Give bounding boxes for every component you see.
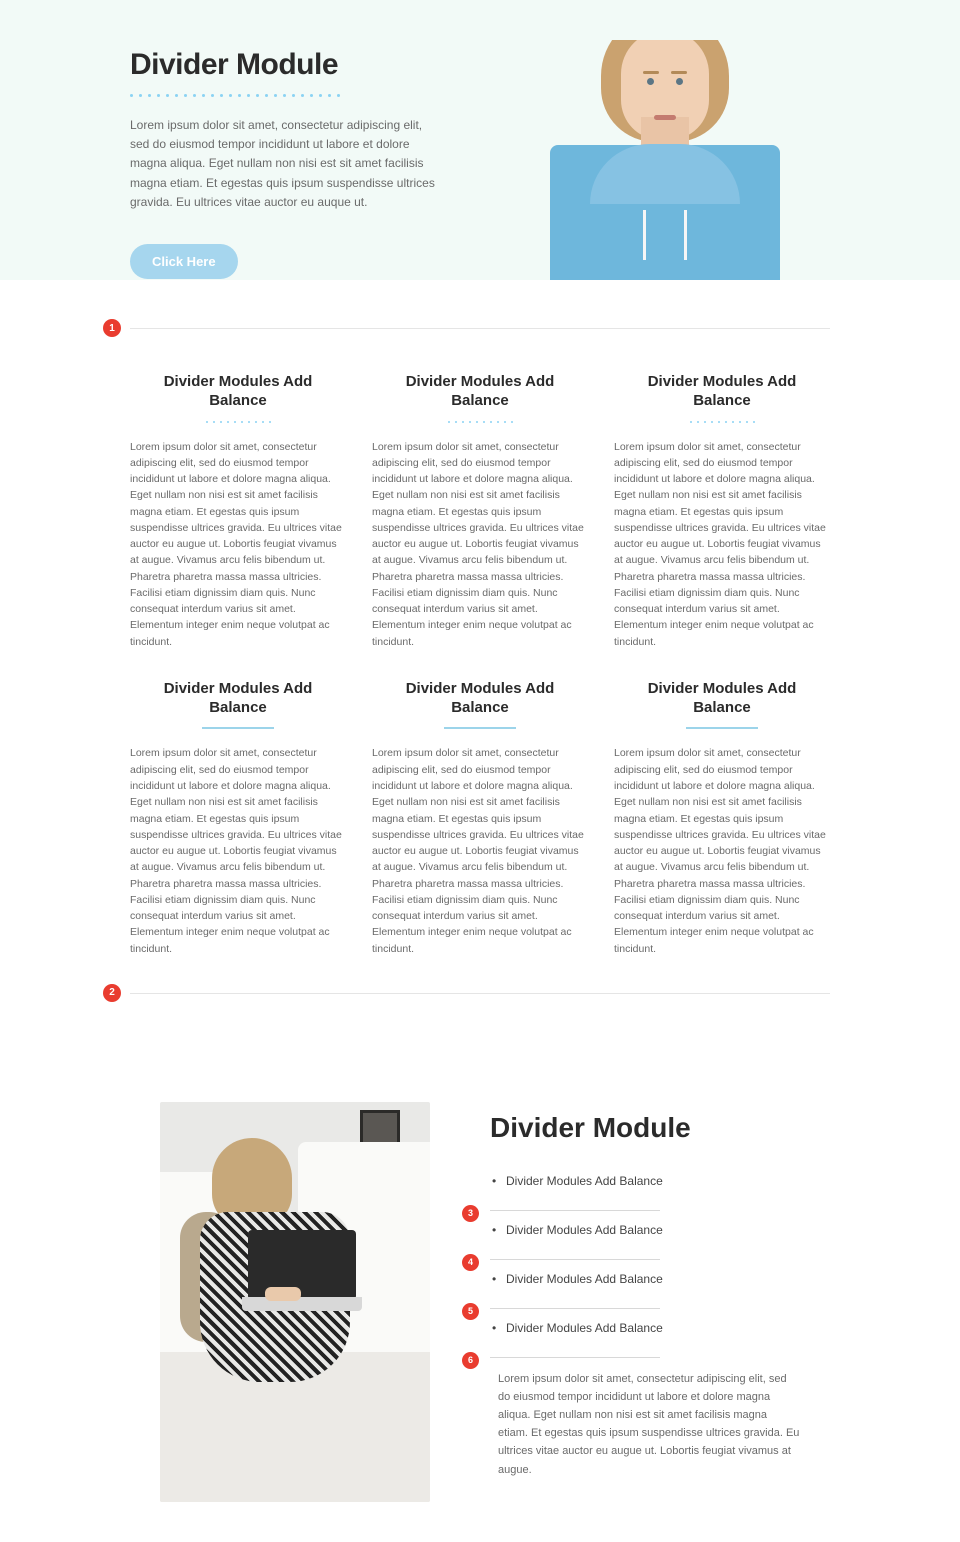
feature-body: Lorem ipsum dolor sit amet, consectetur …	[372, 439, 588, 650]
bottom-text-col: Divider Module Divider Modules Add Balan…	[490, 1102, 800, 1479]
hero-title: Divider Module	[130, 48, 460, 82]
annotation-marker-6: 6	[462, 1352, 479, 1369]
feature-body: Lorem ipsum dolor sit amet, consectetur …	[614, 745, 830, 956]
features-grid: Divider Modules Add Balance Lorem ipsum …	[130, 329, 830, 957]
bullet-item: Divider Modules Add Balance	[490, 1174, 800, 1192]
annotation-marker-3: 3	[462, 1205, 479, 1222]
annotation-marker-5: 5	[462, 1303, 479, 1320]
feature-card: Divider Modules Add Balance Lorem ipsum …	[372, 373, 588, 650]
hero-portrait-image	[535, 40, 795, 280]
list-divider	[490, 1308, 660, 1309]
section-divider-1	[130, 328, 830, 329]
feature-title: Divider Modules Add Balance	[614, 373, 830, 411]
feature-card: Divider Modules Add Balance Lorem ipsum …	[372, 680, 588, 957]
feature-title: Divider Modules Add Balance	[372, 680, 588, 718]
feature-title: Divider Modules Add Balance	[614, 680, 830, 718]
bullet-list: Divider Modules Add Balance	[490, 1321, 800, 1339]
lifestyle-image	[160, 1102, 430, 1502]
hero-section: Divider Module Lorem ipsum dolor sit ame…	[0, 0, 960, 280]
bullet-item: Divider Modules Add Balance	[490, 1223, 800, 1241]
features-section: 1 Divider Modules Add Balance Lorem ipsu…	[0, 280, 960, 1042]
hero-image-col	[500, 40, 830, 280]
annotation-marker-1: 1	[103, 319, 121, 337]
bullet-list: Divider Modules Add Balance	[490, 1223, 800, 1241]
hero-text-col: Divider Module Lorem ipsum dolor sit ame…	[130, 40, 460, 279]
bullet-list: Divider Modules Add Balance	[490, 1272, 800, 1290]
annotation-marker-4: 4	[462, 1254, 479, 1271]
feature-body: Lorem ipsum dolor sit amet, consectetur …	[614, 439, 830, 650]
feature-body: Lorem ipsum dolor sit amet, consectetur …	[130, 745, 346, 956]
hero-paragraph: Lorem ipsum dolor sit amet, consectetur …	[130, 116, 440, 212]
feature-card: Divider Modules Add Balance Lorem ipsum …	[130, 680, 346, 957]
dotted-divider-small	[130, 421, 346, 423]
list-divider	[490, 1357, 660, 1358]
section-divider-2	[130, 993, 830, 994]
double-line-divider	[686, 727, 758, 729]
dotted-divider-small	[614, 421, 830, 423]
feature-card: Divider Modules Add Balance Lorem ipsum …	[614, 373, 830, 650]
feature-title: Divider Modules Add Balance	[372, 373, 588, 411]
bullet-item: Divider Modules Add Balance	[490, 1272, 800, 1290]
feature-body: Lorem ipsum dolor sit amet, consectetur …	[372, 745, 588, 956]
list-divider	[490, 1259, 660, 1260]
feature-title: Divider Modules Add Balance	[130, 373, 346, 411]
dotted-divider	[130, 94, 460, 100]
double-line-divider	[444, 727, 516, 729]
dotted-divider-small	[372, 421, 588, 423]
bottom-section: Divider Module Divider Modules Add Balan…	[0, 1042, 960, 1542]
list-divider	[490, 1210, 660, 1211]
feature-title: Divider Modules Add Balance	[130, 680, 346, 718]
annotation-marker-2: 2	[103, 984, 121, 1002]
bottom-title: Divider Module	[490, 1112, 800, 1144]
feature-body: Lorem ipsum dolor sit amet, consectetur …	[130, 439, 346, 650]
cta-button[interactable]: Click Here	[130, 244, 238, 279]
feature-card: Divider Modules Add Balance Lorem ipsum …	[614, 680, 830, 957]
bottom-paragraph: Lorem ipsum dolor sit amet, consectetur …	[490, 1370, 800, 1479]
bullet-list: Divider Modules Add Balance	[490, 1174, 800, 1192]
bullet-item: Divider Modules Add Balance	[490, 1321, 800, 1339]
feature-card: Divider Modules Add Balance Lorem ipsum …	[130, 373, 346, 650]
double-line-divider	[202, 727, 274, 729]
